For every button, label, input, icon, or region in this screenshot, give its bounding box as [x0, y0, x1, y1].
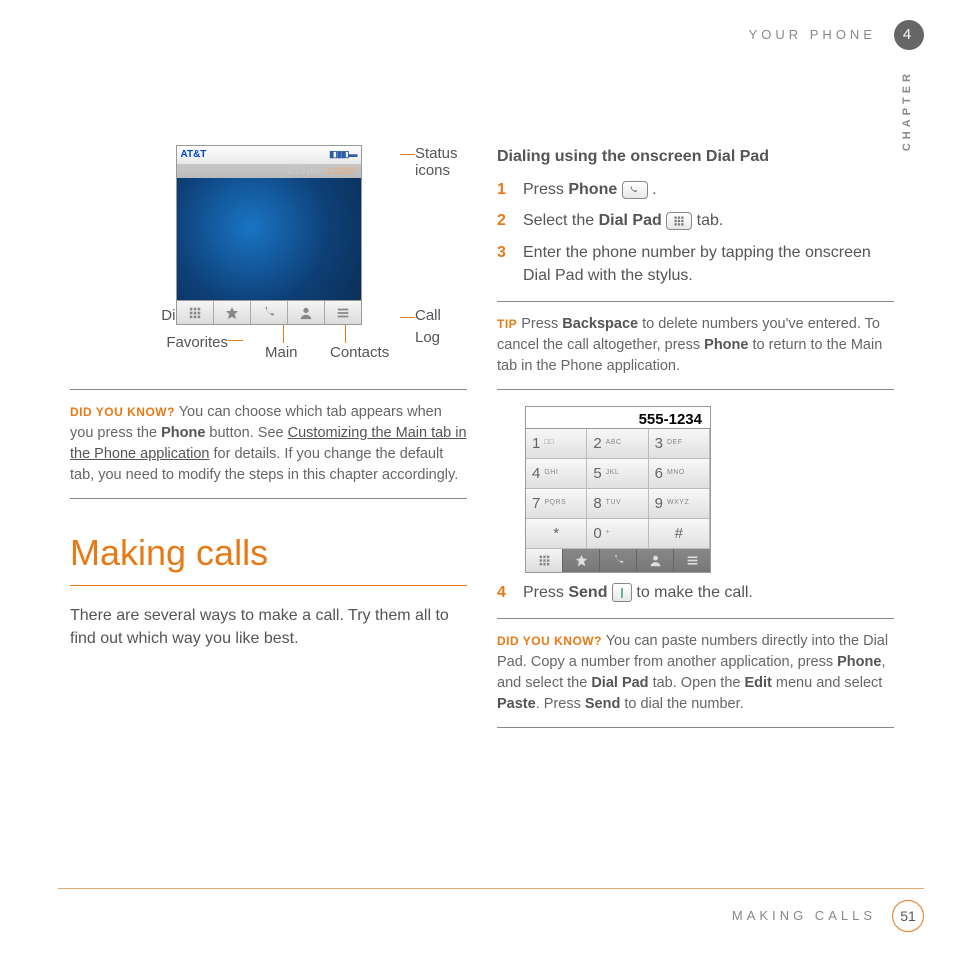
tab-dial-pad	[177, 301, 214, 324]
dial-pad-tab-icon	[666, 212, 692, 230]
step-1: Press Phone .	[497, 178, 894, 201]
phone-screenshot: AT&T ◧▮▮▯▬ 4:19 pm 1/22/07	[176, 145, 362, 325]
footer-section-name: MAKING CALLS	[732, 907, 876, 926]
dial-pad-display: 555-1234	[526, 407, 710, 429]
step-3: Enter the phone number by tapping the on…	[497, 241, 894, 287]
annotation-contacts: Contacts	[330, 342, 389, 364]
dial-key-#: #	[649, 519, 710, 549]
dial-key-6: 6MNO	[649, 459, 710, 489]
section-heading: Making calls	[70, 527, 467, 586]
send-button-icon	[612, 583, 632, 602]
did-you-know-box-2: DID YOU KNOW? You can paste numbers dire…	[497, 618, 894, 728]
tab-call-log	[325, 301, 361, 324]
dial-key-0: 0+	[587, 519, 648, 549]
dial-key-5: 5JKL	[587, 459, 648, 489]
status-time: 4:19 pm	[287, 166, 320, 176]
status-date: 1/22/07	[326, 166, 356, 176]
page-number: 51	[892, 900, 924, 932]
did-you-know-box-1: DID YOU KNOW? You can choose which tab a…	[70, 389, 467, 499]
annotation-main: Main	[265, 342, 298, 364]
dial-key-4: 4GHI	[526, 459, 587, 489]
tip-box: TIP Press Backspace to delete numbers yo…	[497, 301, 894, 390]
phone-wallpaper	[177, 178, 361, 300]
toolbar-call-log-icon	[674, 549, 710, 572]
chapter-vertical-label: CHAPTER	[900, 70, 916, 151]
carrier-label: AT&T	[181, 148, 207, 163]
dial-key-1: 1□□	[526, 429, 587, 459]
dial-key-8: 8TUV	[587, 489, 648, 519]
dial-pad-toolbar	[526, 549, 710, 572]
status-bar-icons: ◧▮▮▯▬	[329, 148, 356, 161]
dial-key-*: *	[526, 519, 587, 549]
dial-key-2: 2ABC	[587, 429, 648, 459]
tab-contacts	[288, 301, 325, 324]
subsection-heading: Dialing using the onscreen Dial Pad	[497, 145, 894, 168]
step-2: Select the Dial Pad tab.	[497, 209, 894, 232]
tab-main	[251, 301, 288, 324]
dial-key-9: 9WXYZ	[649, 489, 710, 519]
tab-favorites	[214, 301, 251, 324]
dial-key-7: 7PQRS	[526, 489, 587, 519]
chapter-number-badge: 4	[894, 20, 924, 50]
toolbar-phone-icon	[600, 549, 637, 572]
toolbar-contacts-icon	[637, 549, 674, 572]
section-intro: There are several ways to make a call. T…	[70, 604, 467, 650]
annotation-favorites: Favorites	[143, 332, 228, 354]
toolbar-dial-pad-icon	[526, 549, 563, 572]
dyk-lead: DID YOU KNOW?	[70, 405, 175, 419]
phone-button-icon	[622, 181, 648, 199]
phone-tab-bar	[177, 300, 361, 324]
footer-rule	[58, 888, 924, 889]
dial-key-3: 3DEF	[649, 429, 710, 459]
tip-lead: TIP	[497, 317, 517, 331]
toolbar-favorites-icon	[563, 549, 600, 572]
dyk2-lead: DID YOU KNOW?	[497, 634, 602, 648]
step-4: Press Send to make the call.	[497, 581, 894, 604]
dial-pad-screenshot: 555-1234 1□□2ABC3DEF 4GHI5JKL6MNO 7PQRS8TU…	[525, 406, 711, 573]
